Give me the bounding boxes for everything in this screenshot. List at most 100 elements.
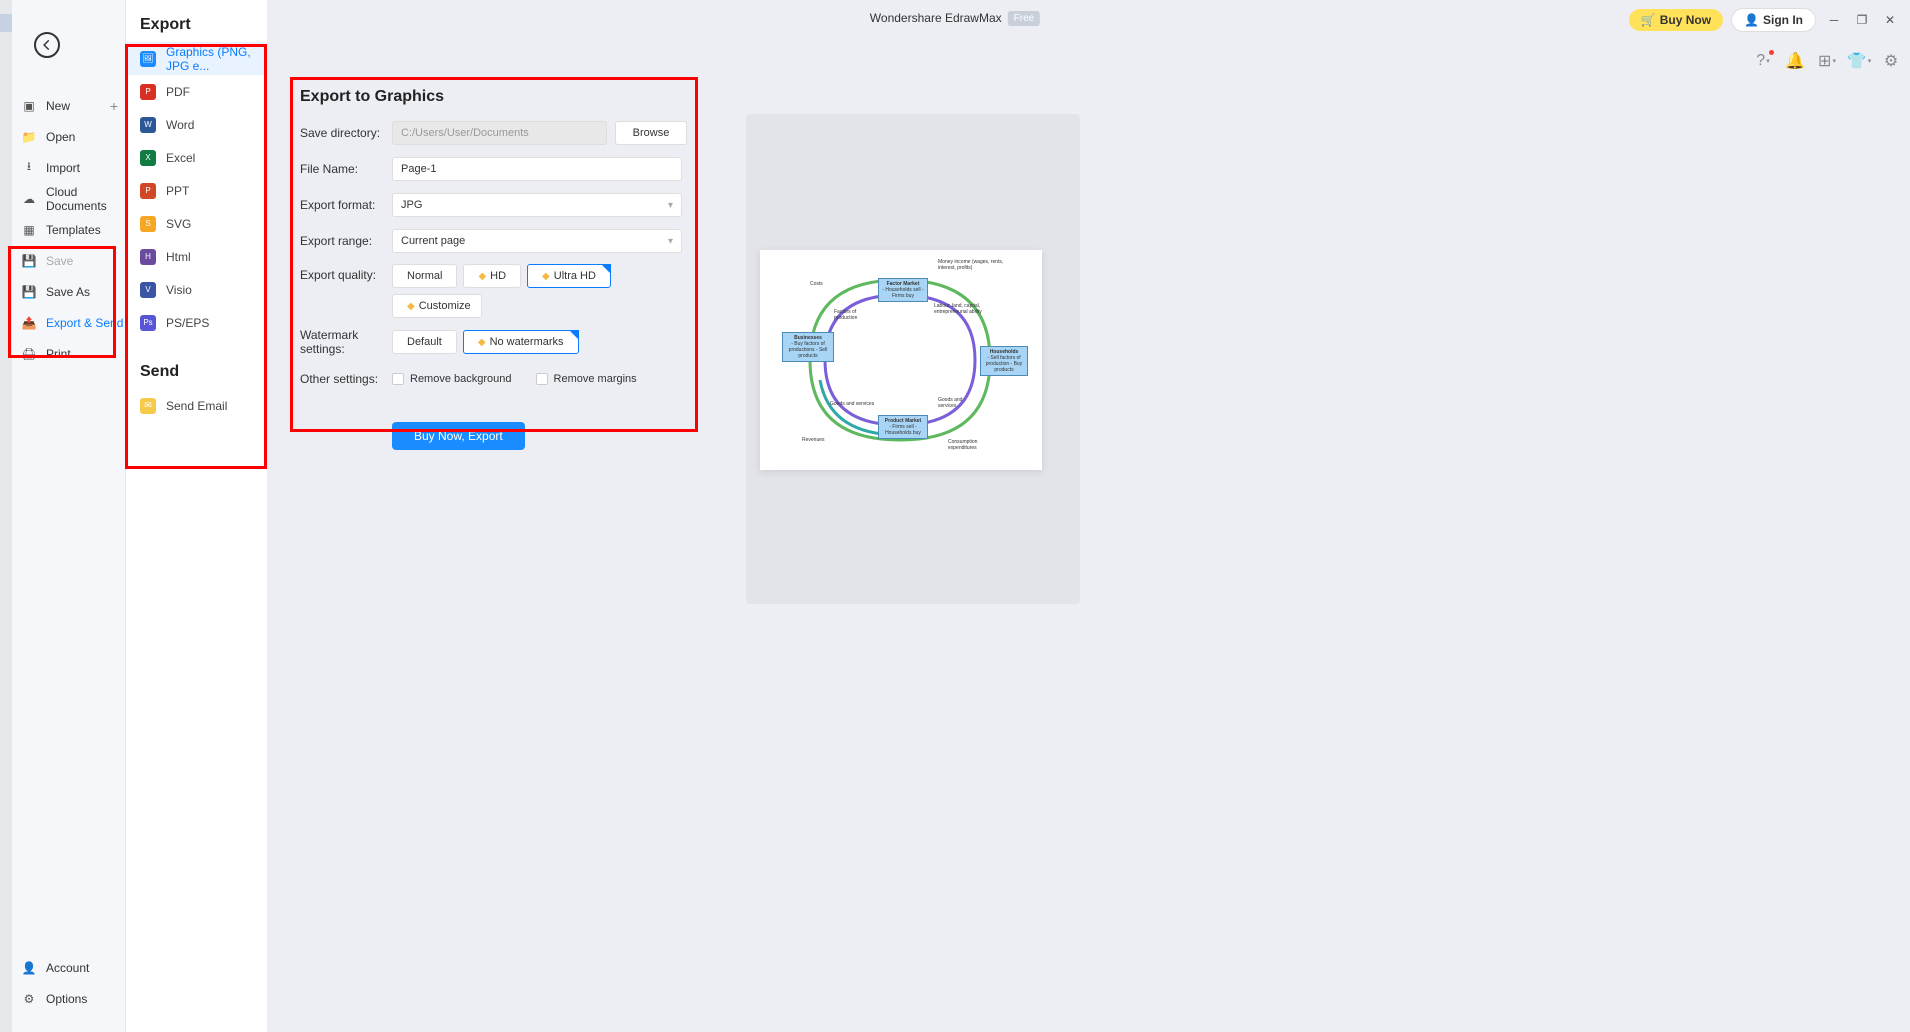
export-item-pdf[interactable]: P PDF <box>126 75 267 108</box>
label-goods-services: Goods and services <box>830 402 874 408</box>
save-dir-label: Save directory: <box>300 126 392 140</box>
minimize-button[interactable]: ─ <box>1824 10 1844 30</box>
dim-block <box>0 14 12 32</box>
sign-in-button[interactable]: 👤 Sign In <box>1731 8 1816 32</box>
quality-customize[interactable]: ◆Customize <box>392 294 482 318</box>
range-select[interactable]: Current page ▾ <box>392 229 682 253</box>
sidebar-item-cloud[interactable]: ☁ Cloud Documents <box>0 183 126 214</box>
opt-label: Ultra HD <box>554 270 596 282</box>
save-as-icon: 💾 <box>22 285 36 299</box>
checkbox-icon <box>392 373 404 385</box>
export-item-visio[interactable]: V Visio <box>126 273 267 306</box>
sidebar-item-save[interactable]: 💾 Save <box>0 245 126 276</box>
add-icon[interactable]: + <box>110 98 118 114</box>
export-label: PPT <box>166 184 189 198</box>
sidebar-label: Save <box>46 254 73 268</box>
watermark-label: Watermark settings: <box>300 328 392 356</box>
sidebar-item-account[interactable]: 👤 Account <box>0 952 126 983</box>
export-icon: 📤 <box>22 316 36 330</box>
diamond-icon: ◆ <box>542 271 550 282</box>
opt-label: Default <box>407 336 442 348</box>
svg-icon: S <box>140 216 156 232</box>
quality-hd[interactable]: ◆HD <box>463 264 521 288</box>
send-item-email[interactable]: ✉ Send Email <box>126 389 267 422</box>
notification-dot <box>1769 50 1774 55</box>
checkbox-remove-bg[interactable]: Remove background <box>392 373 512 385</box>
graphics-icon: 🖼 <box>140 51 156 67</box>
export-list: 🖼 Graphics (PNG, JPG e... P PDF W Word X… <box>126 42 267 339</box>
save-dir-input[interactable]: C:/Users/User/Documents <box>392 121 607 145</box>
diamond-icon: ◆ <box>478 271 486 282</box>
checkbox-icon <box>536 373 548 385</box>
checkbox-remove-margins[interactable]: Remove margins <box>536 373 637 385</box>
row-range: Export range: Current page ▾ <box>300 228 690 254</box>
close-button[interactable]: ✕ <box>1880 10 1900 30</box>
label-revenue: Revenues <box>802 438 825 444</box>
pdf-icon: P <box>140 84 156 100</box>
sidebar-item-open[interactable]: 📁 Open <box>0 121 126 152</box>
watermark-default[interactable]: Default <box>392 330 457 354</box>
export-label: Html <box>166 250 191 264</box>
filename-input[interactable] <box>392 157 682 181</box>
label-goods-and: Goods and services <box>938 398 978 409</box>
watermark-none[interactable]: ◆No watermarks <box>463 330 579 354</box>
sidebar-item-new[interactable]: ▣ New + <box>0 90 126 121</box>
maximize-button[interactable]: ❐ <box>1852 10 1872 30</box>
export-item-html[interactable]: H Html <box>126 240 267 273</box>
sidebar-item-print[interactable]: 🖨 Print <box>0 338 126 369</box>
sidebar-label: Export & Send <box>46 316 123 330</box>
ppt-icon: P <box>140 183 156 199</box>
diamond-icon: ◆ <box>478 337 486 348</box>
left-sidebar: ▣ New + 📁 Open ⭳ Import ☁ Cloud Document… <box>0 0 126 1032</box>
format-select[interactable]: JPG ▾ <box>392 193 682 217</box>
help-icon[interactable]: ?▾ <box>1754 52 1772 70</box>
quality-ultra-hd[interactable]: ◆ Ultra HD <box>527 264 611 288</box>
submit-label: Buy Now, Export <box>414 429 503 443</box>
box-households: Households- Sell factors of production -… <box>980 346 1028 376</box>
cart-icon: 🛒 <box>1641 13 1656 27</box>
other-label: Other settings: <box>300 372 392 386</box>
sidebar-label: Cloud Documents <box>46 185 126 213</box>
quality-label: Export quality: <box>300 264 392 282</box>
export-item-svg[interactable]: S SVG <box>126 207 267 240</box>
apps-icon[interactable]: ⊞▾ <box>1818 52 1836 70</box>
chevron-down-icon: ▾ <box>668 236 673 247</box>
export-label: Excel <box>166 151 195 165</box>
export-label: Visio <box>166 283 192 297</box>
browse-button[interactable]: Browse <box>615 121 687 145</box>
export-item-word[interactable]: W Word <box>126 108 267 141</box>
export-label: PDF <box>166 85 190 99</box>
sidebar-item-templates[interactable]: ▦ Templates <box>0 214 126 245</box>
export-item-pseps[interactable]: Ps PS/EPS <box>126 306 267 339</box>
box-product-market: Product Market- Firms sell - Households … <box>878 415 928 439</box>
shirt-icon[interactable]: 👕▾ <box>1850 52 1868 70</box>
sidebar-item-import[interactable]: ⭳ Import <box>0 152 126 183</box>
sidebar-item-options[interactable]: ⚙ Options <box>0 983 126 1014</box>
sidebar-item-save-as[interactable]: 💾 Save As <box>0 276 126 307</box>
settings-icon[interactable]: ⚙ <box>1882 52 1900 70</box>
import-icon: ⭳ <box>22 161 36 175</box>
export-item-graphics[interactable]: 🖼 Graphics (PNG, JPG e... <box>126 42 267 75</box>
browse-label: Browse <box>633 127 670 139</box>
send-heading: Send <box>126 339 267 389</box>
bell-icon[interactable]: 🔔 <box>1786 52 1804 70</box>
row-quality: Export quality: Normal ◆HD ◆ Ultra HD ◆Cu… <box>300 264 690 318</box>
send-label: Send Email <box>166 399 227 413</box>
quality-normal[interactable]: Normal <box>392 264 457 288</box>
chk-label: Remove background <box>410 373 512 385</box>
back-button[interactable] <box>34 32 60 58</box>
export-submit-button[interactable]: Buy Now, Export <box>392 422 525 450</box>
sidebar-label: New <box>46 99 70 113</box>
print-icon: 🖨 <box>22 347 36 361</box>
export-item-ppt[interactable]: P PPT <box>126 174 267 207</box>
preview-page: Factor Market- Households sell - Firms b… <box>760 250 1042 470</box>
sidebar-label: Templates <box>46 223 101 237</box>
export-item-excel[interactable]: X Excel <box>126 141 267 174</box>
sidebar-label: Account <box>46 961 89 975</box>
export-sidebar: Export 🖼 Graphics (PNG, JPG e... P PDF W… <box>126 0 268 1032</box>
row-watermark: Watermark settings: Default ◆No watermar… <box>300 328 690 356</box>
email-icon: ✉ <box>140 398 156 414</box>
chk-label: Remove margins <box>554 373 637 385</box>
sidebar-item-export-send[interactable]: 📤 Export & Send <box>0 307 126 338</box>
buy-now-button[interactable]: 🛒 Buy Now <box>1629 9 1723 31</box>
